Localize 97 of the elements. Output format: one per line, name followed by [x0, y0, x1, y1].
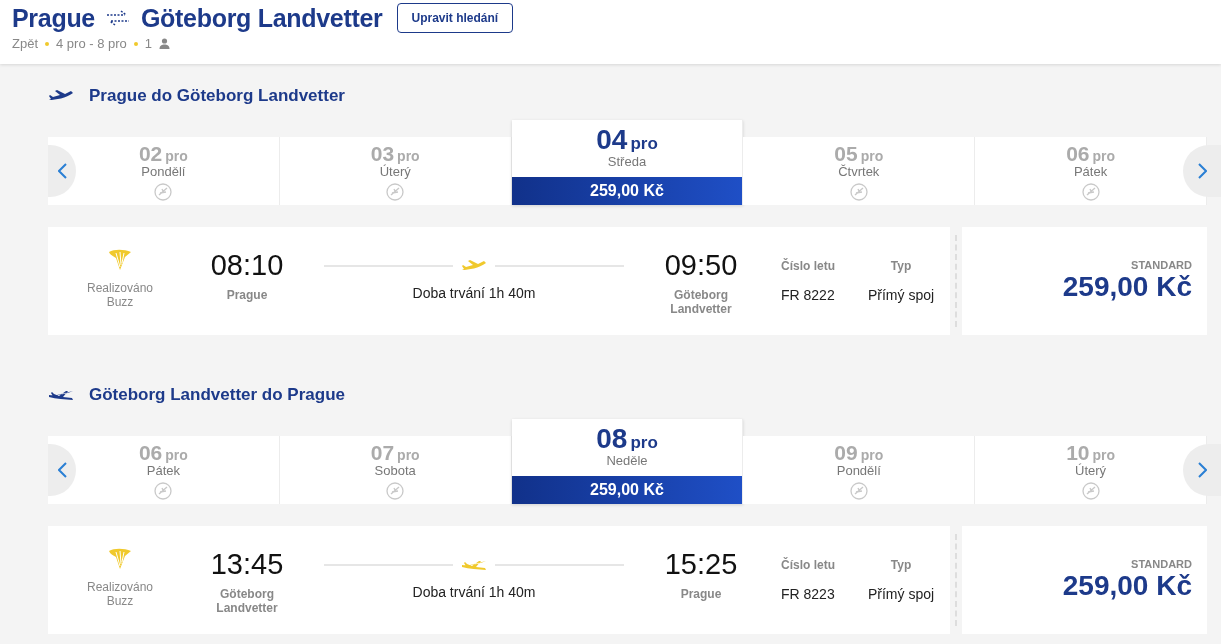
month-label: pro: [165, 148, 188, 164]
flight-duration: Doba trvání 1h 40m: [412, 584, 536, 600]
passenger-count: 1: [144, 36, 153, 51]
date-tile[interactable]: 04pro Středa 259,00 Kč: [511, 120, 744, 205]
fare-price: 259,00 Kč: [1062, 570, 1192, 602]
no-flight-icon: [1081, 482, 1100, 500]
fare-card[interactable]: STANDARD 259,00 Kč: [962, 526, 1207, 634]
day-number: 06: [1066, 142, 1090, 166]
flight-number: FR 8222: [781, 287, 835, 303]
arrival-time: 15:25: [664, 548, 738, 581]
month-label: pro: [860, 148, 884, 164]
flight-type-label: Typ: [890, 259, 912, 273]
plane-icon: [461, 558, 487, 572]
section-title: Prague do Göteborg Landvetter: [89, 86, 345, 106]
flight-duration: Doba trvání 1h 40m: [412, 285, 536, 301]
route-to: Göteborg Landvetter: [140, 3, 383, 33]
flight-type-label: Typ: [890, 558, 912, 572]
no-flight-icon: [849, 482, 868, 500]
month-label: pro: [630, 134, 658, 154]
day-number: 05: [834, 142, 858, 165]
departure-city: Göteborg Landvetter: [215, 587, 279, 615]
month-label: pro: [1092, 148, 1116, 164]
weekday-label: Pátek: [146, 463, 180, 478]
weekday-label: Úterý: [379, 164, 411, 179]
departure-time: 13:45: [210, 548, 284, 581]
date-tile[interactable]: 10 pro Úterý: [975, 436, 1207, 504]
weekday-label: Pondělí: [836, 463, 881, 478]
day-number: 02: [138, 142, 163, 166]
flight-card[interactable]: Realizováno Buzz 13:45 Göteborg Landvetter Doba trvání 1h 40m 15:25 Prague Číslo letu FR 8223 Typ Přímý spoj: [48, 526, 950, 634]
no-flight-icon: [154, 482, 173, 500]
day-number: 09: [834, 441, 858, 465]
weekday-label: Neděle: [606, 453, 648, 468]
person-icon: [159, 38, 171, 49]
operator-label: Realizováno Buzz: [85, 281, 154, 309]
arrival-city: Göteborg Landvetter: [669, 288, 733, 316]
edit-search-button[interactable]: Upravit hledání: [396, 3, 514, 33]
departure-city: Prague: [225, 288, 269, 302]
date-tile[interactable]: 06 pro Pátek: [48, 436, 280, 504]
fare-label: STANDARD: [1131, 558, 1192, 570]
day-number: 07: [370, 441, 395, 465]
date-tile[interactable]: 05 pro Čtvrtek: [743, 137, 976, 205]
weekday-label: Středa: [607, 154, 647, 169]
day-number: 10: [1066, 441, 1090, 464]
weekday-label: Sobota: [374, 463, 416, 478]
chevron-right-icon: [1197, 163, 1207, 179]
flight-number: FR 8223: [781, 586, 835, 602]
no-flight-icon: [386, 482, 405, 500]
fare-price: 259,00 Kč: [1062, 271, 1192, 303]
date-tile[interactable]: 07 pro Sobota: [279, 436, 512, 504]
separator-dot: [133, 41, 138, 46]
no-flight-icon: [386, 183, 405, 201]
fare-card[interactable]: STANDARD 259,00 Kč: [962, 227, 1207, 335]
date-tile[interactable]: 06 pro Pátek: [975, 137, 1207, 205]
route-from: Prague: [12, 3, 95, 33]
back-link[interactable]: Zpět: [12, 36, 38, 51]
month-label: pro: [860, 447, 884, 463]
month-label: pro: [397, 447, 420, 463]
chevron-right-icon: [1197, 462, 1207, 478]
operator-label: Realizováno Buzz: [85, 580, 154, 608]
no-flight-icon: [849, 183, 868, 201]
section-title: Göteborg Landvetter do Prague: [89, 385, 345, 405]
date-tile[interactable]: 02 pro Pondělí: [48, 137, 280, 205]
month-label: pro: [630, 433, 658, 453]
date-tile[interactable]: 03 pro Úterý: [279, 137, 512, 205]
month-label: pro: [397, 148, 420, 164]
date-tile[interactable]: 09 pro Pondělí: [743, 436, 976, 504]
flight-number-label: Číslo letu: [781, 558, 835, 572]
separator-dot: [45, 41, 49, 46]
month-label: pro: [1092, 447, 1116, 463]
chevron-left-icon: [57, 462, 67, 478]
month-label: pro: [165, 447, 188, 463]
weekday-label: Pátek: [1073, 164, 1108, 179]
trip-dates: 4 pro - 8 pro: [56, 36, 127, 51]
plane-icon: [461, 259, 487, 273]
plane-landing-icon: [48, 388, 74, 402]
day-number: 04: [596, 124, 628, 156]
no-flight-icon: [1081, 183, 1100, 201]
arrival-time: 09:50: [664, 249, 738, 282]
flight-type: Přímý spoj: [867, 586, 935, 602]
date-tile[interactable]: 08 pro Neděle 259,00 Kč: [511, 419, 744, 504]
arrival-city: Prague: [679, 587, 723, 601]
date-price: 259,00 Kč: [511, 476, 743, 504]
weekday-label: Pondělí: [141, 164, 186, 179]
no-flight-icon: [154, 183, 173, 201]
date-price: 259,00 Kč: [511, 177, 743, 205]
chevron-left-icon: [57, 163, 67, 179]
day-number: 03: [370, 142, 395, 165]
fare-label: STANDARD: [1131, 259, 1192, 271]
plane-takeoff-icon: [48, 89, 74, 103]
flight-type: Přímý spoj: [867, 287, 935, 303]
weekday-label: Úterý: [1075, 463, 1107, 478]
flight-card[interactable]: Realizováno Buzz 08:10 Prague Doba trvání 1h 40m 09:50 Göteborg Landvetter Číslo letu FR 8222 Typ Přímý spoj: [48, 227, 950, 335]
weekday-label: Čtvrtek: [838, 164, 880, 179]
day-number: 06: [138, 441, 163, 465]
flight-number-label: Číslo letu: [781, 259, 835, 273]
day-number: 08: [596, 423, 628, 455]
departure-time: 08:10: [210, 249, 284, 282]
